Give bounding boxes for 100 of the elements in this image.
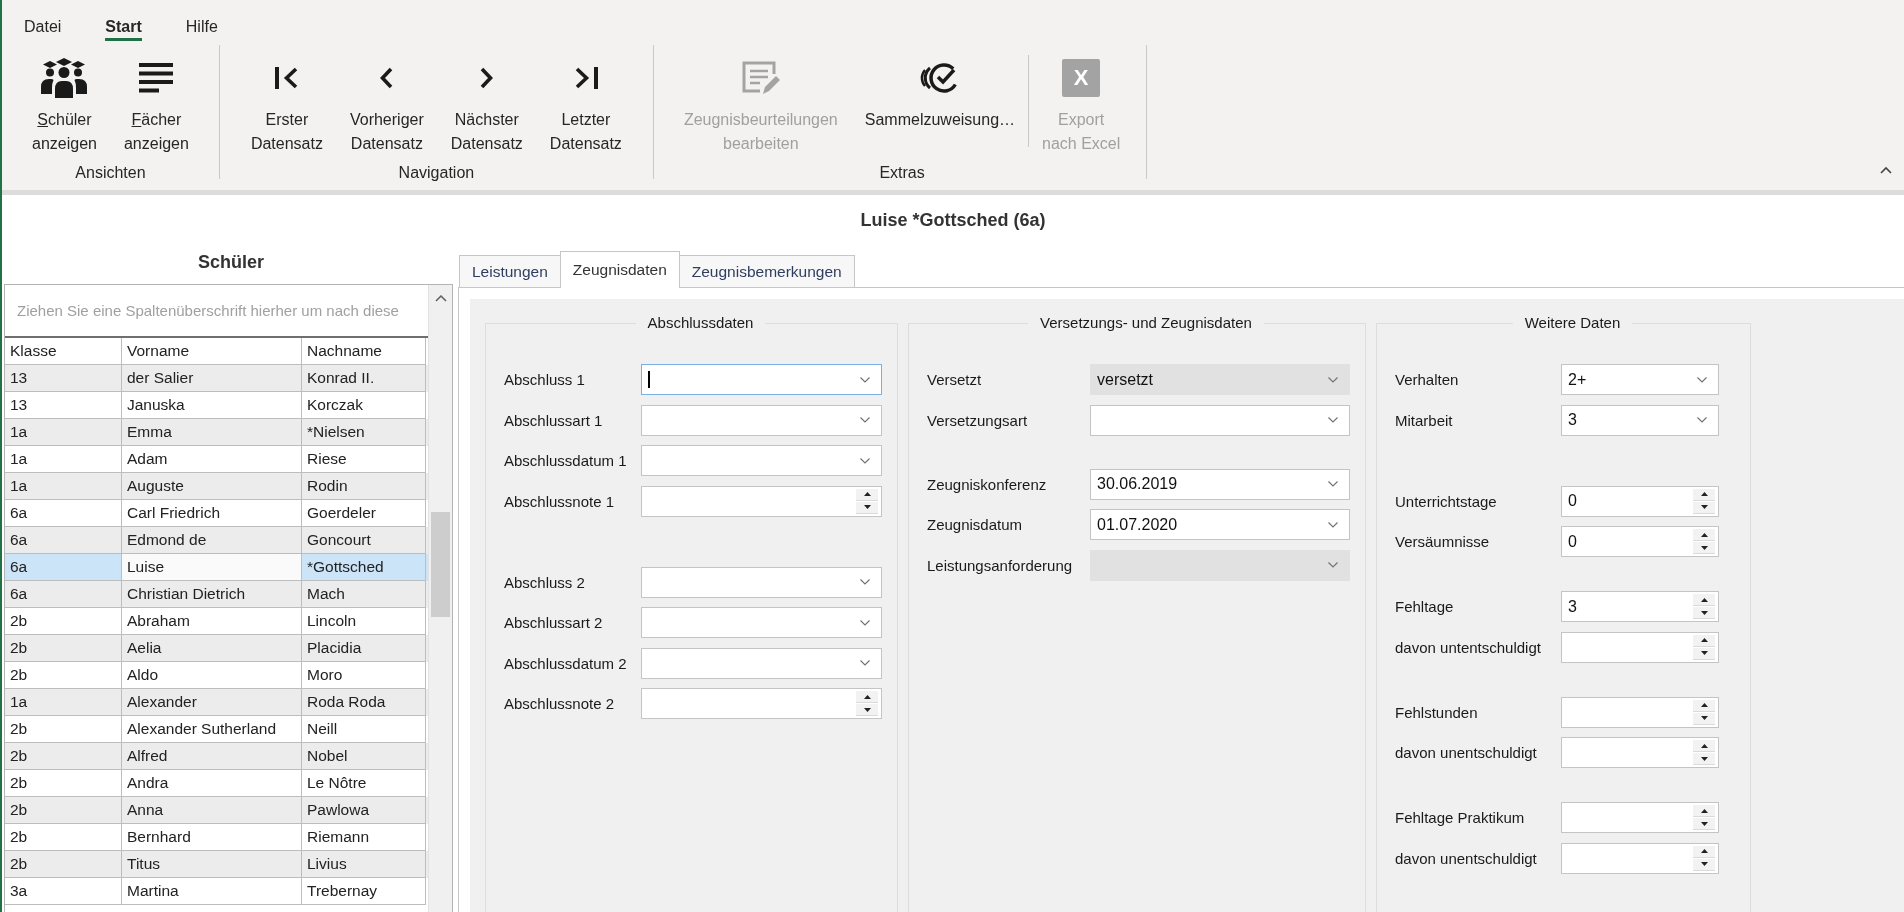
ribbon-button[interactable]: Letzter Datensatz: [539, 42, 632, 156]
spin-down-button[interactable]: [856, 704, 878, 716]
field-label: Leistungsanforderung: [927, 556, 1074, 574]
dropdown-field[interactable]: 2+: [1561, 364, 1719, 395]
number-field[interactable]: [641, 485, 882, 517]
bar-chevron-left-icon: [274, 67, 299, 89]
dropdown-field[interactable]: [641, 364, 882, 395]
triangle-up-icon: [1700, 597, 1708, 602]
spin-down-button[interactable]: [1693, 712, 1715, 725]
spin-down-button[interactable]: [1693, 753, 1715, 765]
ribbon-button[interactable]: Nächster Datensatz: [440, 42, 533, 156]
field-label: davon untentschuldigt: [1395, 638, 1542, 656]
dropdown-field[interactable]: [641, 404, 882, 436]
spin-up-button[interactable]: [1693, 488, 1715, 501]
chevron-down-icon: [1328, 376, 1338, 383]
text-cursor-icon: [648, 371, 650, 388]
table-row[interactable]: 1a Auguste Rodin: [5, 473, 428, 500]
spin-up-button[interactable]: [1693, 805, 1715, 817]
ribbon-button[interactable]: Fächer anzeigen: [113, 42, 199, 156]
table-row[interactable]: 13 der Salier Konrad II.: [5, 365, 428, 392]
table-row[interactable]: 6a Edmond de Goncourt: [5, 527, 428, 554]
dropdown-field[interactable]: [641, 566, 882, 598]
spin-up-button[interactable]: [1693, 699, 1715, 712]
spin-down-button[interactable]: [1693, 858, 1715, 871]
number-field[interactable]: 0: [1561, 526, 1719, 557]
table-row[interactable]: 2b Bernhard Riemann: [5, 824, 428, 851]
spin-up-button[interactable]: [1693, 529, 1715, 541]
field-label: Versäumnisse: [1395, 533, 1491, 550]
ribbon-button[interactable]: Erster Datensatz: [240, 42, 333, 156]
number-field[interactable]: [1561, 802, 1719, 833]
menu-tab[interactable]: Datei: [2, 0, 84, 41]
spin-up-button[interactable]: [856, 691, 878, 703]
group-by-hint: Ziehen Sie eine Spaltenüberschrift hierher um nach diese: [17, 302, 399, 319]
number-field[interactable]: [641, 688, 882, 719]
spin-down-button[interactable]: [1693, 818, 1715, 830]
table-row[interactable]: 2b Anna Pawlowa: [5, 797, 428, 824]
chevron-down-icon: [860, 660, 870, 666]
field-label: Abschluss 2: [504, 573, 586, 591]
table-row[interactable]: 2b Aldo Moro: [5, 662, 428, 689]
table-row[interactable]: 2b Abraham Lincoln: [5, 608, 428, 635]
column-header[interactable]: Vorname: [122, 338, 302, 365]
tab[interactable]: Leistungen: [459, 255, 561, 287]
dropdown-field[interactable]: [1090, 404, 1350, 436]
dropdown-field[interactable]: [641, 445, 882, 476]
triangle-up-icon: [1700, 849, 1708, 853]
spin-up-button[interactable]: [1693, 634, 1715, 647]
table-row[interactable]: 2b Alfred Nobel: [5, 743, 428, 770]
field-label: davon unentschuldigt: [1395, 744, 1538, 761]
dropdown-field[interactable]: 3: [1561, 404, 1719, 436]
tab[interactable]: Zeugnisdaten: [559, 251, 680, 288]
table-row[interactable]: 2b Aelia Placidia: [5, 635, 428, 662]
field-label: Fehltage Praktikum: [1395, 809, 1526, 826]
dropdown-field[interactable]: 01.07.2020: [1090, 509, 1350, 540]
number-field[interactable]: [1561, 842, 1719, 874]
field-label: Abschlussnote 1: [504, 492, 616, 510]
number-field[interactable]: 3: [1561, 591, 1719, 622]
menu-tab[interactable]: Hilfe: [163, 0, 240, 41]
table-row[interactable]: 6a Carl Friedrich Goerdeler: [5, 500, 428, 527]
table-row[interactable]: 2b Titus Livius: [5, 851, 428, 878]
table-row[interactable]: 6a Christian Dietrich Mach: [5, 581, 428, 608]
column-header[interactable]: Nachname: [302, 338, 426, 365]
table-row[interactable]: 2b Andra Le Nôtre: [5, 770, 428, 797]
scrollbar-thumb[interactable]: [431, 512, 450, 617]
table-row[interactable]: 13 Januska Korczak: [5, 392, 428, 419]
table-row[interactable]: 1a Alexander Roda Roda: [5, 689, 428, 716]
spin-down-button[interactable]: [1693, 607, 1715, 619]
ribbon-button[interactable]: Vorheriger Datensatz: [339, 42, 434, 156]
triangle-down-icon: [1700, 610, 1708, 615]
tab[interactable]: Zeugnisbemerkungen: [678, 255, 855, 287]
dropdown-field[interactable]: 30.06.2019: [1090, 468, 1350, 500]
number-field[interactable]: [1561, 696, 1719, 728]
spin-up-button[interactable]: [1693, 740, 1715, 752]
number-field[interactable]: 0: [1561, 485, 1719, 517]
number-field[interactable]: [1561, 631, 1719, 663]
dropdown-field[interactable]: [641, 647, 882, 679]
spin-down-button[interactable]: [856, 501, 878, 514]
field-label: Zeugniskonferenz: [927, 475, 1048, 493]
chevron-right-bar-icon: [573, 67, 598, 89]
triangle-down-icon: [1700, 545, 1708, 550]
spin-down-button[interactable]: [1693, 501, 1715, 514]
ribbon-button[interactable]: Schüler anzeigen: [22, 42, 107, 156]
table-row[interactable]: 6a Luise *Gottsched: [5, 554, 428, 581]
table-cell: Martina: [122, 878, 302, 905]
number-field[interactable]: [1561, 737, 1719, 768]
triangle-down-icon: [1700, 821, 1708, 826]
table-row[interactable]: 3a Martina Trebernay: [5, 878, 428, 905]
spin-up-button[interactable]: [1693, 594, 1715, 606]
ribbon-button[interactable]: Sammelzuweisung…: [854, 42, 1026, 132]
table-row[interactable]: 1a Adam Riese: [5, 446, 428, 473]
table-row[interactable]: 2b Alexander Sutherland Neill: [5, 716, 428, 743]
dropdown-field[interactable]: [641, 607, 882, 638]
spin-up-button[interactable]: [1693, 845, 1715, 858]
table-row[interactable]: 1a Emma *Nielsen: [5, 419, 428, 446]
chevron-down-icon: [860, 619, 870, 626]
column-header[interactable]: Klasse: [5, 338, 122, 365]
triangle-up-icon: [863, 694, 871, 699]
spin-down-button[interactable]: [1693, 647, 1715, 660]
spin-down-button[interactable]: [1693, 542, 1715, 554]
spin-up-button[interactable]: [856, 488, 878, 501]
field-label: Abschlussnote 2: [504, 695, 616, 712]
